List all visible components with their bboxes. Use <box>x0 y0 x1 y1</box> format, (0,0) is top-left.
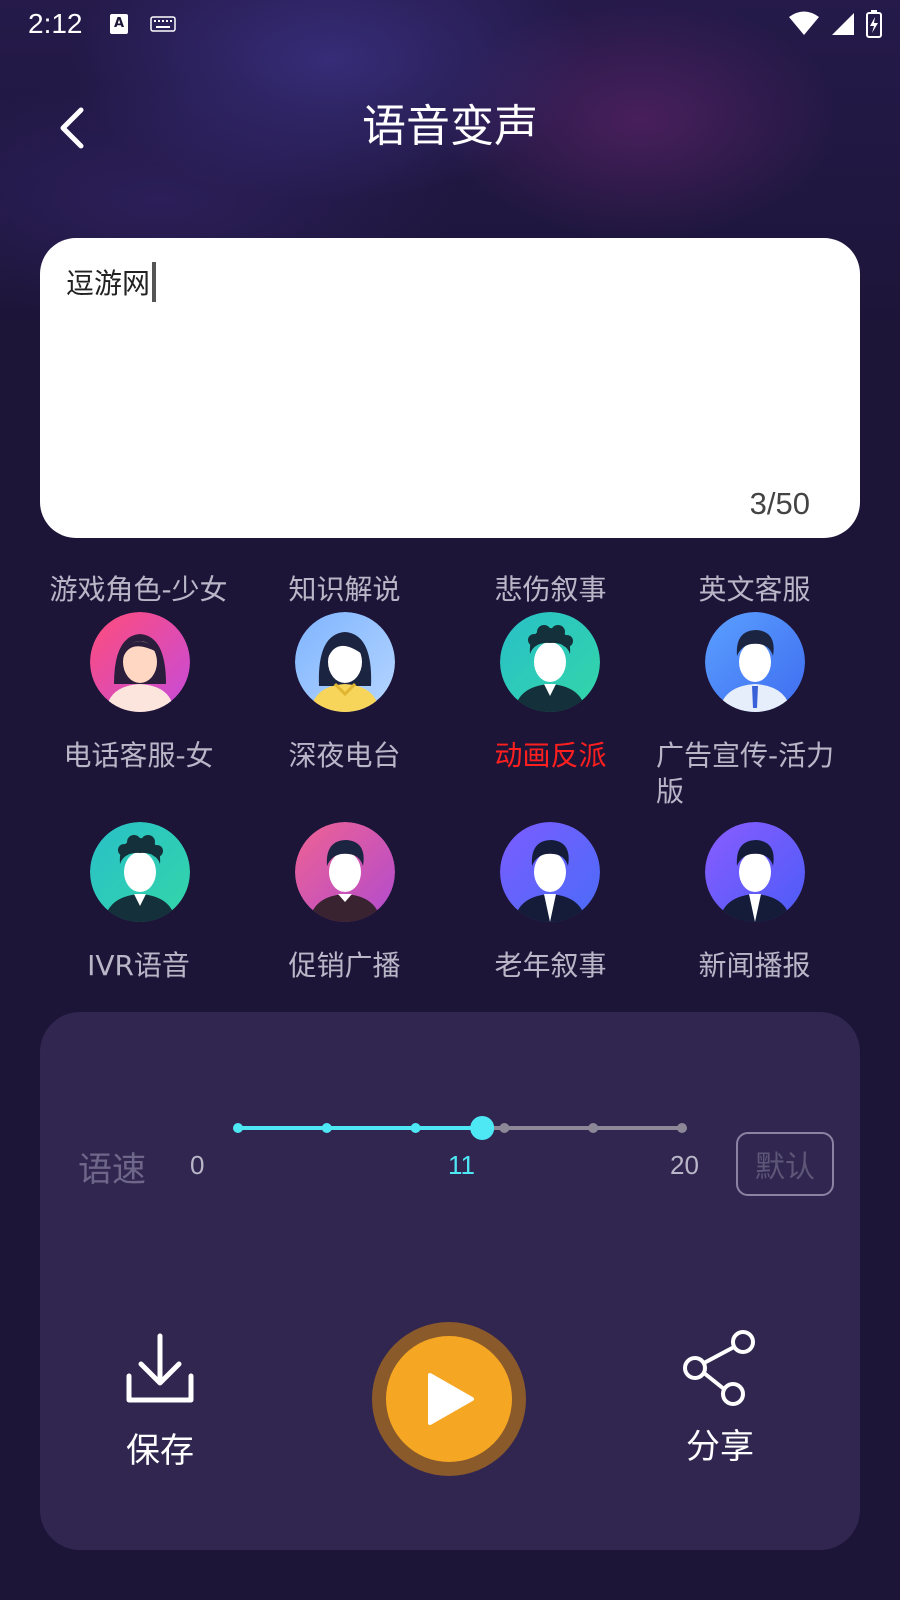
speed-min-label: 0 <box>190 1150 205 1180</box>
save-label: 保存 <box>126 1431 194 1471</box>
download-icon <box>126 1333 194 1403</box>
battery-icon <box>866 10 882 38</box>
female-avatar-icon[interactable] <box>90 612 190 712</box>
speed-slider[interactable] <box>196 1112 696 1142</box>
speed-max-label: 20 <box>670 1150 699 1180</box>
male-curly-avatar-icon[interactable] <box>90 822 190 922</box>
voice-label-8[interactable]: 广告宣传-活力版 <box>656 738 856 810</box>
speed-value-label: 11 <box>448 1150 475 1180</box>
voice-label-10[interactable]: 促销广播 <box>242 948 447 984</box>
voice-label-12[interactable]: 新闻播报 <box>652 948 857 984</box>
voice-label-7-selected[interactable]: 动画反派 <box>448 738 653 774</box>
male-avatar-icon[interactable] <box>705 612 805 712</box>
voice-label-1[interactable]: 游戏角色-少女 <box>36 572 241 608</box>
voice-label-11[interactable]: 老年叙事 <box>448 948 653 984</box>
voice-label-5[interactable]: 电话客服-女 <box>36 738 241 774</box>
default-button[interactable]: 默认 <box>736 1132 834 1196</box>
slider-tick <box>321 1123 332 1133</box>
slider-tick <box>233 1123 243 1133</box>
char-counter: 3/50 <box>749 486 810 521</box>
slider-tick <box>499 1123 510 1133</box>
female-avatar-icon[interactable] <box>295 612 395 712</box>
voice-label-4[interactable]: 英文客服 <box>652 572 857 608</box>
status-time: 2:12 <box>28 8 83 39</box>
save-button[interactable]: 保存 <box>120 1332 200 1472</box>
page-title: 语音变声 <box>362 101 538 152</box>
voice-label-2[interactable]: 知识解说 <box>242 572 447 608</box>
input-method-icon: A <box>110 14 128 34</box>
share-label: 分享 <box>686 1427 754 1467</box>
keyboard-icon <box>150 16 176 36</box>
male-curly-avatar-icon[interactable] <box>500 612 600 712</box>
speed-label: 语速 <box>78 1150 146 1190</box>
slider-tick <box>677 1123 687 1133</box>
slider-tick <box>410 1123 421 1133</box>
voice-label-9[interactable]: IVR语音 <box>36 948 241 984</box>
voice-label-6[interactable]: 深夜电台 <box>242 738 447 774</box>
status-icons <box>788 10 882 38</box>
share-icon <box>683 1330 755 1406</box>
wifi-icon <box>789 11 819 35</box>
male-avatar-icon[interactable] <box>500 822 600 922</box>
status-bar: 2:12 A <box>0 0 900 50</box>
text-input-card[interactable]: 逗游网 3/50 <box>40 238 860 538</box>
male-avatar-icon[interactable] <box>295 822 395 922</box>
signal-icon <box>832 13 854 35</box>
slider-tick <box>588 1123 599 1133</box>
play-icon <box>428 1373 474 1425</box>
voice-label-3[interactable]: 悲伤叙事 <box>448 572 653 608</box>
slider-thumb[interactable] <box>470 1116 495 1140</box>
share-button[interactable]: 分享 <box>680 1328 760 1468</box>
text-input-value: 逗游网 <box>66 267 151 300</box>
text-input[interactable]: 逗游网 <box>66 262 157 302</box>
text-caret <box>152 262 157 302</box>
play-button-inner <box>386 1336 512 1462</box>
control-panel: 语速 0 11 20 默认 保存 分享 <box>40 1012 860 1550</box>
play-button[interactable] <box>372 1322 526 1476</box>
male-avatar-icon[interactable] <box>705 822 805 922</box>
